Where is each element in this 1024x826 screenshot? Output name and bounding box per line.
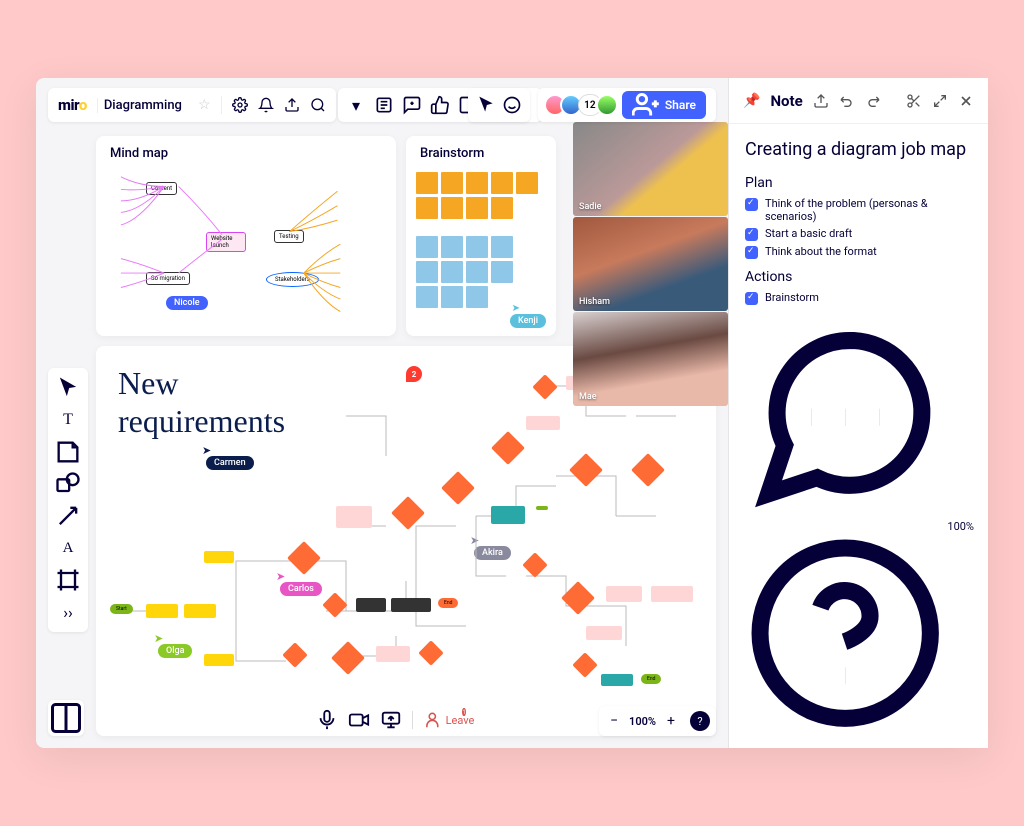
cursor-tools — [468, 88, 530, 122]
text-tool-icon[interactable]: T — [54, 406, 82, 434]
notes-panel: 📌 Note Creating a diagram job map Plan T… — [728, 78, 988, 748]
pointer-icon[interactable] — [476, 95, 496, 115]
topbar-right: 12 Share — [468, 88, 716, 122]
user-chip-nicole: Nicole — [166, 296, 208, 310]
comment-badge[interactable]: 2 — [406, 366, 422, 382]
reactions-icon[interactable] — [502, 95, 522, 115]
checklist-item[interactable]: Think of the problem (personas & scenari… — [745, 197, 972, 223]
panel-title: Note — [770, 92, 802, 110]
note-title[interactable]: Creating a diagram job map — [745, 138, 972, 161]
frame-brainstorm[interactable]: Brainstorm Kenji ➤ — [406, 136, 556, 336]
zoom-value: 100% — [629, 715, 656, 728]
scissors-icon[interactable] — [906, 93, 922, 109]
frame-tool-icon[interactable] — [54, 566, 82, 594]
video-name: Hisham — [579, 297, 610, 307]
screenshare-icon[interactable] — [380, 709, 402, 731]
video-tile[interactable]: Sadie — [573, 122, 728, 216]
line-tool-icon[interactable] — [54, 502, 82, 530]
undo-icon[interactable] — [839, 93, 855, 109]
close-icon[interactable] — [958, 93, 974, 109]
checklist-item[interactable]: Think about the format — [745, 245, 972, 259]
star-icon[interactable]: ☆ — [198, 97, 211, 113]
share-button[interactable]: Share — [622, 91, 706, 119]
checklist-label: Think about the format — [765, 245, 877, 258]
chevron-down-icon[interactable]: ▾ — [346, 95, 366, 115]
expand-icon[interactable] — [932, 93, 948, 109]
checkbox[interactable] — [745, 292, 758, 305]
topbar-left: miro Diagramming ☆ — [48, 88, 336, 122]
slides-icon[interactable] — [374, 95, 394, 115]
chat-icon[interactable] — [743, 315, 947, 522]
video-tile[interactable]: Hisham — [573, 217, 728, 311]
zoom-controls: − 100% + ? — [599, 706, 716, 736]
side-toolbar: T A ›› — [48, 368, 88, 632]
video-tile[interactable]: Mae — [573, 312, 728, 406]
checkbox[interactable] — [745, 246, 758, 259]
comment-icon[interactable] — [402, 95, 422, 115]
user-chip-kenji: Kenji — [510, 314, 546, 328]
leave-label: Leave — [446, 714, 475, 727]
frame-title: Brainstorm — [406, 136, 556, 171]
checkbox[interactable] — [745, 198, 758, 211]
export-icon[interactable] — [813, 93, 829, 109]
bell-icon[interactable] — [258, 97, 274, 113]
logo: miro — [58, 96, 87, 114]
checklist-label: Think of the problem (personas & scenari… — [765, 197, 972, 223]
checklist-label: Brainstorm — [765, 291, 819, 304]
select-tool-icon[interactable] — [54, 374, 82, 402]
panel-zoom: 100% — [947, 520, 974, 533]
mic-icon[interactable] — [316, 709, 338, 731]
video-tiles: Sadie Hisham Mae — [573, 122, 728, 406]
frames-panel-button[interactable] — [48, 700, 84, 736]
video-name: Sadie — [579, 202, 602, 212]
camera-icon[interactable] — [348, 709, 370, 731]
meeting-controls: Leave 1 — [316, 704, 482, 736]
help-button[interactable]: ? — [690, 711, 710, 731]
search-icon[interactable] — [310, 97, 326, 113]
section-plan: Plan — [745, 175, 972, 191]
zoom-in-button[interactable]: + — [662, 712, 680, 730]
pen-tool-icon[interactable]: A — [54, 534, 82, 562]
redo-icon[interactable] — [865, 93, 881, 109]
leave-button[interactable]: Leave 1 — [423, 711, 482, 730]
checklist-item[interactable]: Brainstorm — [745, 291, 972, 305]
checklist-item[interactable]: Start a basic draft — [745, 227, 972, 241]
sticky-tool-icon[interactable] — [54, 438, 82, 466]
video-name: Mae — [579, 392, 597, 402]
collaborator-avatars[interactable]: 12 Share — [538, 88, 716, 122]
checkbox[interactable] — [745, 228, 758, 241]
more-tools-icon[interactable]: ›› — [54, 598, 82, 626]
export-icon[interactable] — [284, 97, 300, 113]
thumbs-up-icon[interactable] — [430, 95, 450, 115]
board-name[interactable]: Diagramming — [97, 98, 188, 113]
frame-mindmap[interactable]: Mind map Website launch Content Testing … — [96, 136, 396, 336]
section-actions: Actions — [745, 269, 972, 285]
checklist-label: Start a basic draft — [765, 227, 852, 240]
share-label: Share — [665, 98, 696, 112]
settings-icon[interactable] — [232, 97, 248, 113]
zoom-out-button[interactable]: − — [605, 712, 623, 730]
shape-tool-icon[interactable] — [54, 470, 82, 498]
pin-icon[interactable]: 📌 — [743, 93, 760, 109]
frame-title: Mind map — [96, 136, 396, 171]
help-icon[interactable] — [743, 531, 947, 738]
